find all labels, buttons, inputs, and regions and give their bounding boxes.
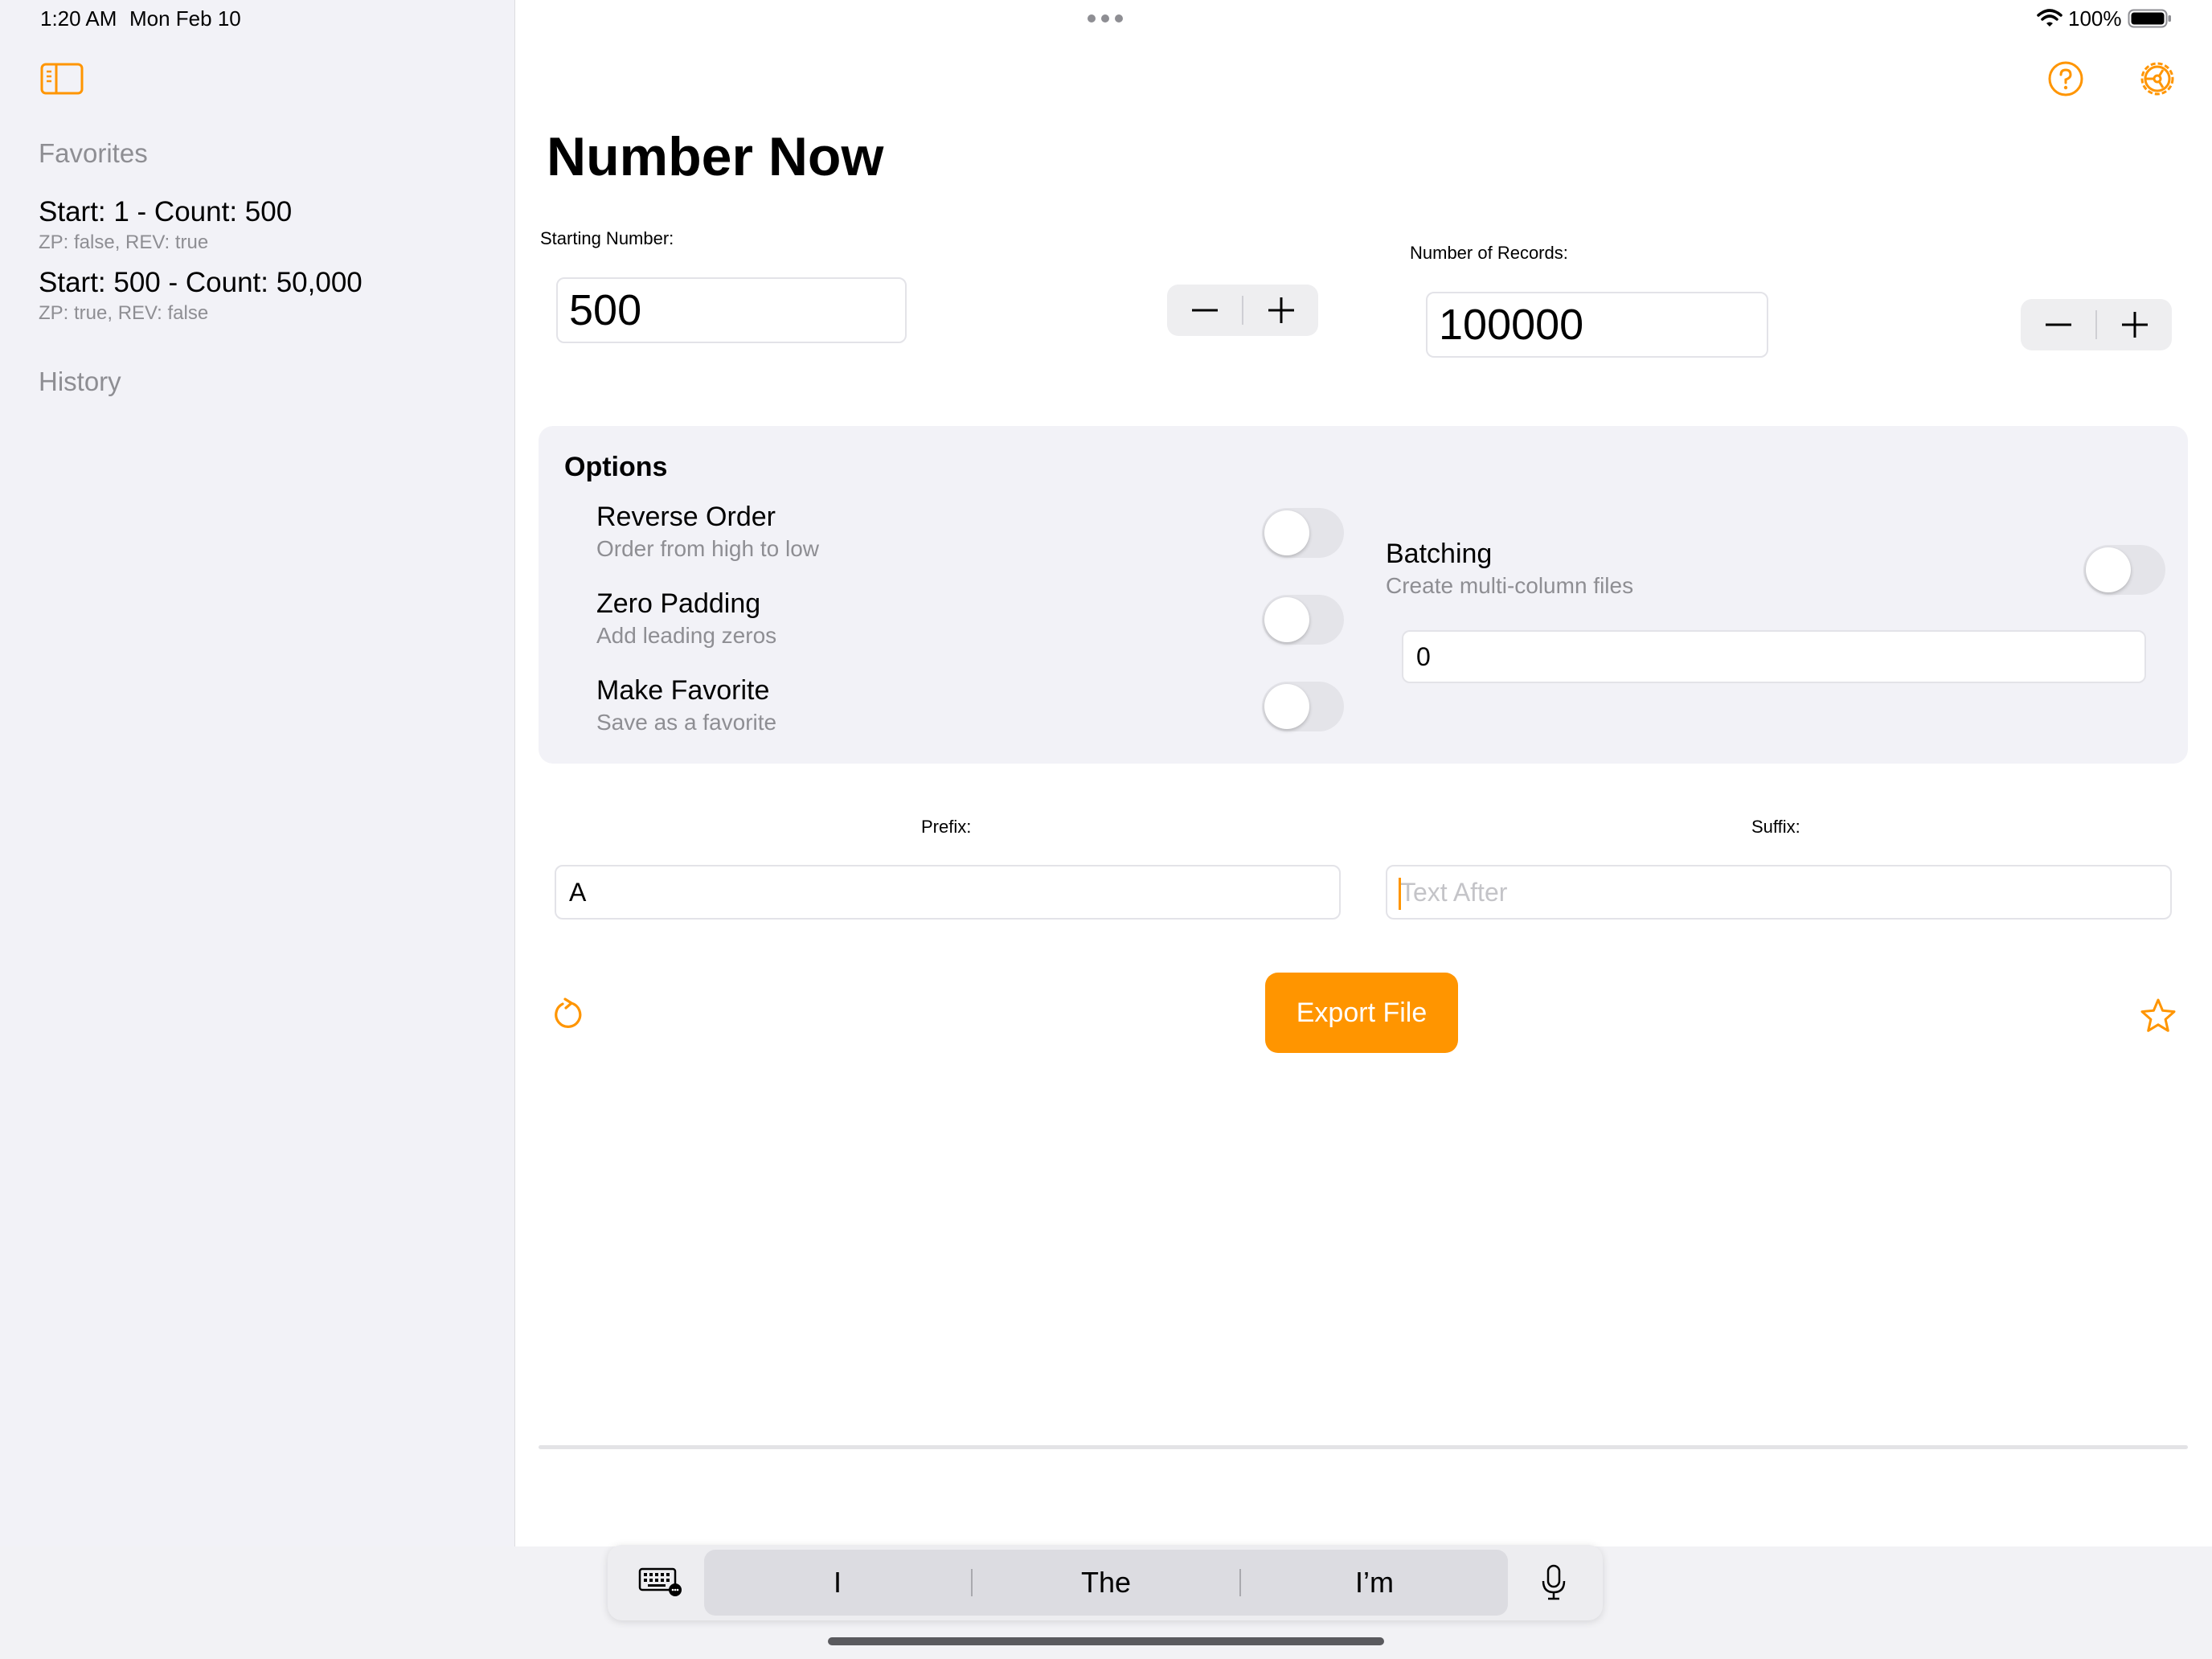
records-increment-button[interactable]	[2097, 299, 2172, 350]
page-title: Number Now	[547, 126, 884, 187]
starting-number-label: Starting Number:	[540, 228, 674, 248]
favorite-item-1[interactable]: Start: 1 - Count: 500 ZP: false, REV: tr…	[39, 196, 489, 254]
sidebar: 1:20 AM Mon Feb 10 Favorites Start: 1 - …	[0, 0, 515, 1546]
suggestion-2[interactable]: The	[973, 1566, 1239, 1600]
help-icon[interactable]	[2046, 59, 2085, 98]
batching-title: Batching	[1386, 539, 1493, 569]
home-indicator[interactable]	[828, 1637, 1384, 1645]
suggestion-1[interactable]: I	[704, 1566, 971, 1600]
suggestions-bar: I The I’m	[704, 1550, 1508, 1616]
zero-padding-toggle[interactable]	[1262, 595, 1344, 645]
starting-number-stepper	[1167, 285, 1318, 336]
batching-option: Batching Create multi-column files	[1386, 539, 1633, 599]
prefix-input[interactable]: A	[555, 865, 1341, 920]
microphone-icon[interactable]	[1540, 1564, 1567, 1601]
toggle-knob	[2086, 547, 2131, 592]
reset-icon[interactable]	[550, 997, 585, 1032]
favorite-title: Start: 500 - Count: 50,000	[39, 267, 363, 298]
records-label: Number of Records:	[1410, 243, 1568, 263]
starting-number-decrement-button[interactable]	[1167, 285, 1242, 336]
reverse-order-option: Reverse Order Order from high to low	[596, 502, 819, 562]
batching-columns-input[interactable]: 0	[1402, 630, 2146, 683]
make-favorite-toggle[interactable]	[1262, 682, 1344, 731]
status-date: Mon Feb 10	[129, 6, 241, 31]
star-icon[interactable]	[2140, 997, 2177, 1034]
prefix-label: Prefix:	[921, 817, 972, 837]
make-favorite-subtitle: Save as a favorite	[596, 710, 777, 735]
make-favorite-option: Make Favorite Save as a favorite	[596, 675, 776, 735]
zero-padding-subtitle: Add leading zeros	[596, 623, 777, 648]
wifi-icon	[2037, 8, 2062, 29]
multitasking-dots-icon[interactable]	[1087, 13, 1124, 24]
records-stepper	[2021, 299, 2172, 350]
sidebar-toggle-icon[interactable]	[40, 61, 85, 96]
zero-padding-option: Zero Padding Add leading zeros	[596, 588, 776, 649]
battery-percent: 100%	[2068, 6, 2122, 31]
suffix-label: Suffix:	[1751, 817, 1800, 837]
history-heading: History	[39, 367, 121, 396]
options-heading: Options	[564, 452, 668, 482]
suffix-placeholder: Text After	[1400, 877, 1508, 907]
keyboard-shortcut-bar: I The I’m	[608, 1545, 1603, 1620]
content-divider	[539, 1445, 2188, 1449]
toggle-knob	[1264, 684, 1309, 729]
suffix-input[interactable]: Text After	[1386, 865, 2172, 920]
zero-padding-title: Zero Padding	[596, 588, 761, 619]
favorites-heading: Favorites	[39, 138, 148, 168]
records-input[interactable]: 100000	[1426, 292, 1768, 358]
suggestion-3[interactable]: I’m	[1241, 1566, 1508, 1600]
status-time: 1:20 AM	[40, 6, 117, 31]
make-favorite-title: Make Favorite	[596, 675, 770, 706]
toggle-knob	[1264, 597, 1309, 642]
starting-number-input[interactable]: 500	[556, 277, 907, 343]
favorite-detail: ZP: false, REV: true	[39, 231, 209, 253]
battery-icon	[2128, 8, 2173, 29]
reverse-order-subtitle: Order from high to low	[596, 536, 819, 561]
batching-toggle[interactable]	[2083, 545, 2165, 595]
options-card	[539, 426, 2188, 764]
keyboard-icon[interactable]	[638, 1566, 683, 1598]
favorite-detail: ZP: true, REV: false	[39, 302, 209, 324]
gear-icon[interactable]	[2136, 58, 2178, 100]
favorite-item-2[interactable]: Start: 500 - Count: 50,000 ZP: true, REV…	[39, 267, 489, 325]
reverse-order-title: Reverse Order	[596, 502, 776, 532]
batching-subtitle: Create multi-column files	[1386, 573, 1634, 598]
text-cursor	[1399, 878, 1401, 910]
reverse-order-toggle[interactable]	[1262, 508, 1344, 558]
favorite-title: Start: 1 - Count: 500	[39, 196, 293, 227]
records-decrement-button[interactable]	[2021, 299, 2095, 350]
toggle-knob	[1264, 510, 1309, 555]
export-file-button[interactable]: Export File	[1265, 973, 1458, 1053]
starting-number-increment-button[interactable]	[1243, 285, 1318, 336]
